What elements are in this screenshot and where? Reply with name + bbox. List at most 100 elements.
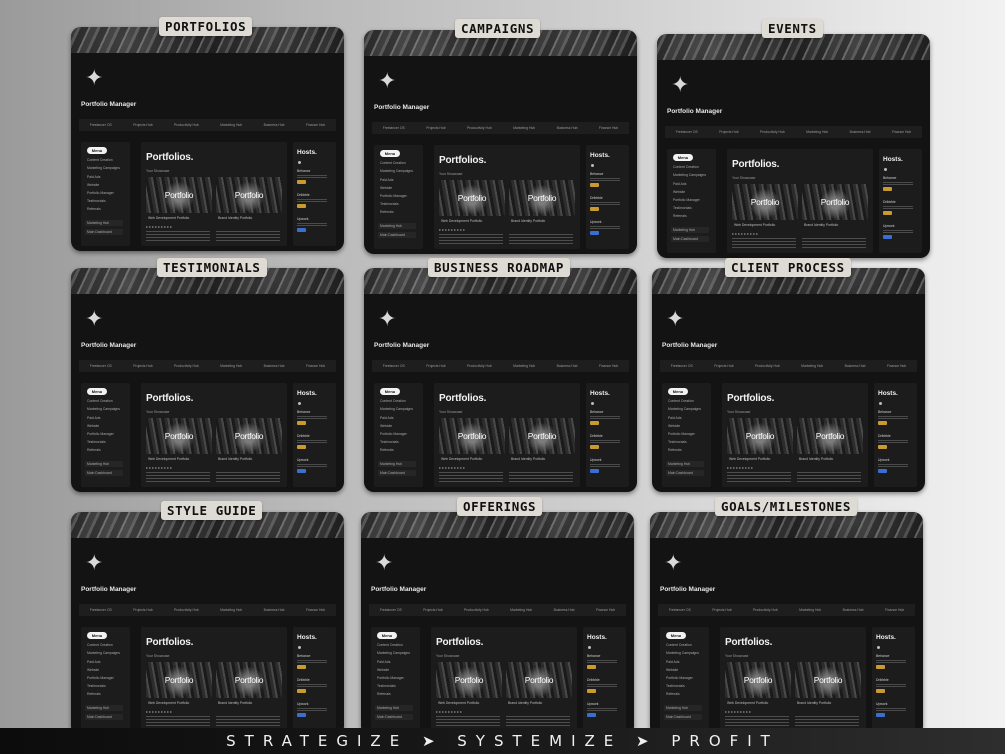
thumbnail-caption[interactable]: Brand Identity Portfolio — [218, 216, 252, 220]
template-preview-card[interactable]: ✦ Portfolio Manager Freelancer OS Projects … — [364, 30, 637, 254]
host-entry[interactable]: Dribbble — [883, 200, 919, 220]
template-preview-card[interactable]: ✦ Portfolio Manager Freelancer OS Projects … — [71, 512, 344, 736]
template-preview-card[interactable]: ✦ Portfolio Manager Freelancer OS Projects … — [361, 512, 634, 736]
portfolio-thumbnail[interactable]: Portfolio — [146, 418, 212, 454]
host-entry[interactable]: Upwork — [876, 702, 912, 722]
menu-item[interactable]: Paid Ads — [673, 182, 716, 186]
host-entry[interactable]: Upwork — [297, 702, 333, 722]
menu-footer-link[interactable]: Main Dashboard — [85, 714, 123, 721]
host-entry[interactable]: Behance — [587, 654, 623, 674]
menu-footer-link[interactable]: Marketing Hub — [85, 461, 123, 468]
nav-item[interactable]: Marketing Hub — [220, 123, 242, 127]
menu-item[interactable]: Content Creation — [380, 399, 423, 403]
menu-footer-link[interactable]: Main Dashboard — [378, 470, 416, 477]
nav-item[interactable]: Projects Hub — [133, 123, 152, 127]
menu-item[interactable]: Portfolio Manager — [87, 676, 130, 680]
nav-item[interactable]: Finance Hub — [887, 364, 906, 368]
nav-item[interactable]: Marketing Hub — [220, 608, 242, 612]
thumbnail-caption[interactable]: Web Development Portfolio — [148, 457, 189, 461]
nav-item[interactable]: Business Hub — [850, 130, 871, 134]
thumbnail-caption[interactable]: Web Development Portfolio — [729, 457, 770, 461]
thumbnail-caption[interactable]: Brand Identity Portfolio — [218, 457, 252, 461]
nav-item[interactable]: Finance Hub — [306, 608, 325, 612]
host-entry[interactable]: Dribbble — [876, 678, 912, 698]
nav-item[interactable]: Freelancer OS — [383, 364, 405, 368]
menu-item[interactable]: Marketing Campaigns — [377, 651, 420, 655]
portfolio-thumbnail[interactable]: Portfolio — [216, 418, 282, 454]
menu-item[interactable]: Website — [380, 424, 423, 428]
menu-item[interactable]: Website — [380, 186, 423, 190]
host-entry[interactable]: Behance — [297, 169, 333, 189]
menu-footer-link[interactable]: Main Dashboard — [375, 714, 413, 721]
thumbnail-caption[interactable]: Brand Identity Portfolio — [511, 457, 545, 461]
menu-footer-link[interactable]: Main Dashboard — [85, 229, 123, 236]
nav-item[interactable]: Business Hub — [557, 126, 578, 130]
host-entry[interactable]: Behance — [297, 654, 333, 674]
menu-item[interactable]: Testimonials — [380, 440, 423, 444]
menu-button[interactable]: Menu — [87, 632, 107, 639]
menu-item[interactable]: Portfolio Manager — [380, 194, 423, 198]
nav-item[interactable]: Productivity Hub — [464, 608, 489, 612]
thumbnail-caption[interactable]: Web Development Portfolio — [148, 216, 189, 220]
thumbnail-caption[interactable]: Brand Identity Portfolio — [218, 701, 252, 705]
menu-item[interactable]: Content Creation — [377, 643, 420, 647]
portfolio-thumbnail[interactable]: Portfolio — [725, 662, 791, 698]
thumbnail-caption[interactable]: Brand Identity Portfolio — [511, 219, 545, 223]
nav-item[interactable]: Projects Hub — [133, 608, 152, 612]
nav-item[interactable]: Productivity Hub — [760, 130, 785, 134]
portfolio-thumbnail[interactable]: Portfolio — [802, 184, 868, 220]
host-entry[interactable]: Dribbble — [590, 196, 626, 216]
nav-item[interactable]: Marketing Hub — [220, 364, 242, 368]
menu-item[interactable]: Content Creation — [673, 165, 716, 169]
menu-item[interactable]: Marketing Campaigns — [87, 651, 130, 655]
nav-item[interactable]: Freelancer OS — [90, 608, 112, 612]
menu-item[interactable]: Content Creation — [668, 399, 711, 403]
menu-item[interactable]: Marketing Campaigns — [380, 407, 423, 411]
thumbnail-caption[interactable]: Web Development Portfolio — [727, 701, 768, 705]
nav-item[interactable]: Freelancer OS — [671, 364, 693, 368]
menu-item[interactable]: Paid Ads — [380, 178, 423, 182]
menu-button[interactable]: Menu — [673, 154, 693, 161]
host-entry[interactable]: Behance — [590, 172, 626, 192]
menu-item[interactable]: Portfolio Manager — [673, 198, 716, 202]
template-preview-card[interactable]: ✦ Portfolio Manager Freelancer OS Projects … — [71, 27, 344, 251]
menu-footer-link[interactable]: Marketing Hub — [664, 705, 702, 712]
menu-item[interactable]: Paid Ads — [87, 660, 130, 664]
nav-item[interactable]: Business Hub — [845, 364, 866, 368]
nav-item[interactable]: Marketing Hub — [513, 364, 535, 368]
nav-item[interactable]: Business Hub — [264, 123, 285, 127]
menu-footer-link[interactable]: Marketing Hub — [85, 705, 123, 712]
host-entry[interactable]: Dribbble — [297, 678, 333, 698]
nav-item[interactable]: Finance Hub — [885, 608, 904, 612]
nav-item[interactable]: Finance Hub — [596, 608, 615, 612]
menu-item[interactable]: Content Creation — [87, 643, 130, 647]
menu-item[interactable]: Content Creation — [87, 399, 130, 403]
nav-item[interactable]: Business Hub — [554, 608, 575, 612]
host-entry[interactable]: Upwork — [590, 458, 626, 478]
host-entry[interactable]: Upwork — [878, 458, 914, 478]
nav-item[interactable]: Projects Hub — [423, 608, 442, 612]
nav-item[interactable]: Productivity Hub — [174, 608, 199, 612]
nav-item[interactable]: Marketing Hub — [801, 364, 823, 368]
thumbnail-caption[interactable]: Brand Identity Portfolio — [804, 223, 838, 227]
menu-item[interactable]: Portfolio Manager — [380, 432, 423, 436]
thumbnail-caption[interactable]: Brand Identity Portfolio — [508, 701, 542, 705]
host-entry[interactable]: Behance — [590, 410, 626, 430]
menu-item[interactable]: Testimonials — [666, 684, 709, 688]
thumbnail-caption[interactable]: Brand Identity Portfolio — [797, 701, 831, 705]
host-entry[interactable]: Upwork — [297, 458, 333, 478]
nav-item[interactable]: Business Hub — [557, 364, 578, 368]
menu-item[interactable]: Paid Ads — [87, 175, 130, 179]
menu-item[interactable]: Marketing Campaigns — [673, 173, 716, 177]
nav-item[interactable]: Productivity Hub — [467, 364, 492, 368]
nav-item[interactable]: Marketing Hub — [799, 608, 821, 612]
portfolio-thumbnail[interactable]: Portfolio — [727, 418, 793, 454]
host-entry[interactable]: Behance — [878, 410, 914, 430]
menu-footer-link[interactable]: Main Dashboard — [666, 470, 704, 477]
nav-item[interactable]: Marketing Hub — [513, 126, 535, 130]
menu-item[interactable]: Website — [666, 668, 709, 672]
thumbnail-caption[interactable]: Brand Identity Portfolio — [799, 457, 833, 461]
nav-item[interactable]: Projects Hub — [133, 364, 152, 368]
menu-footer-link[interactable]: Main Dashboard — [671, 236, 709, 243]
menu-item[interactable]: Testimonials — [380, 202, 423, 206]
